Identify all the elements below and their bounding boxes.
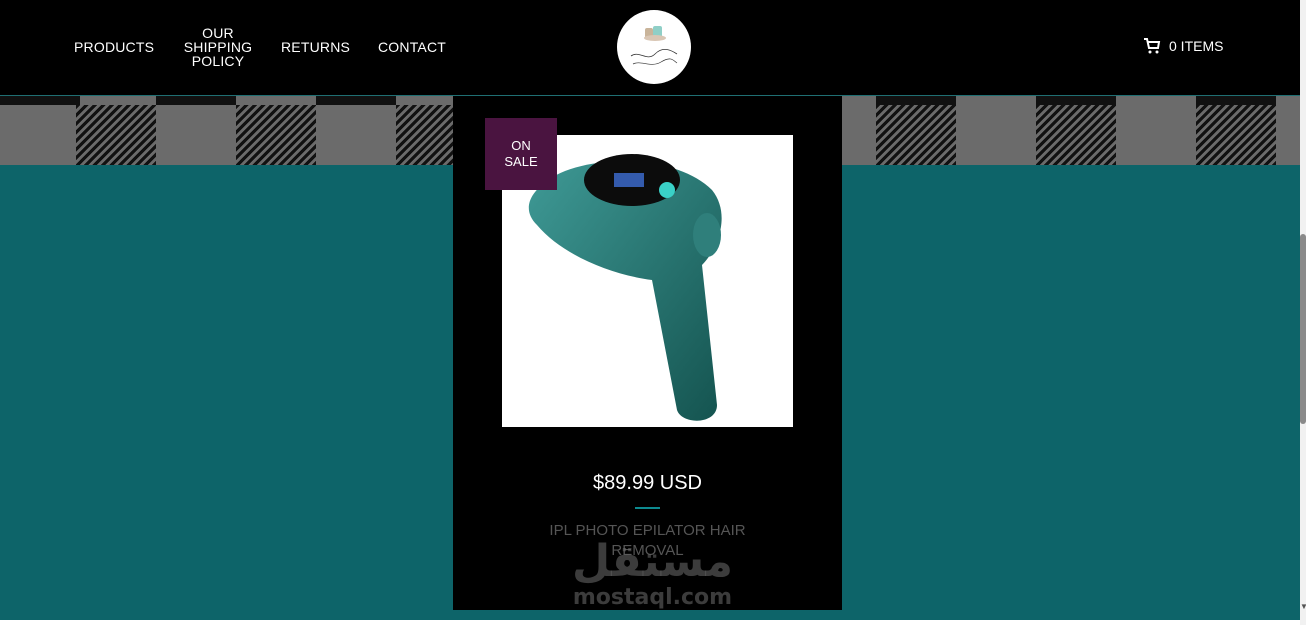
band-dark-segment	[876, 96, 956, 105]
logo-icon	[618, 11, 690, 83]
badge-line1: ON	[511, 138, 531, 153]
product-card[interactable]: ON SALE $89.99 USD IPL PHOTO EPILATOR HA…	[453, 96, 842, 610]
nav-shipping-line3: POLICY	[191, 53, 245, 69]
price-divider	[635, 507, 660, 509]
band-dark-segment	[156, 96, 236, 105]
nav-products[interactable]: PRODUCTS	[74, 40, 154, 54]
scroll-down-icon[interactable]: ▼	[1300, 603, 1306, 611]
nav-contact[interactable]: CONTACT	[378, 40, 446, 54]
band-stripe-block	[236, 105, 316, 165]
band-stripe-block	[76, 105, 156, 165]
scrollbar-thumb[interactable]	[1300, 234, 1306, 424]
cart-count: 0 ITEMS	[1169, 38, 1224, 54]
watermark-arabic: مستقل	[572, 536, 733, 587]
band-stripe-block	[1036, 105, 1116, 165]
badge-line2: SALE	[504, 154, 538, 169]
band-dark-segment	[316, 96, 396, 105]
site-header: PRODUCTS OUR SHIPPING POLICY RETURNS CON…	[0, 0, 1306, 96]
nav-returns[interactable]: RETURNS	[281, 40, 350, 54]
watermark: مستقل mostaql.com	[560, 538, 745, 613]
cart-icon	[1144, 38, 1161, 54]
nav-shipping-line1: OUR	[202, 25, 234, 41]
band-dark-segment	[0, 96, 80, 105]
page-bottom-edge	[0, 620, 1300, 625]
band-stripe-block	[876, 105, 956, 165]
watermark-latin: mostaql.com	[572, 585, 733, 610]
nav-shipping-line2: SHIPPING	[183, 39, 253, 55]
band-dark-segment	[1036, 96, 1116, 105]
nav-shipping-policy[interactable]: OUR SHIPPING POLICY	[182, 26, 254, 68]
band-stripe-block	[1196, 105, 1276, 165]
product-price: $89.99 USD	[593, 472, 702, 494]
cart-button[interactable]: 0 ITEMS	[1143, 38, 1223, 54]
band-dark-segment	[1196, 96, 1276, 105]
on-sale-badge: ON SALE	[485, 118, 557, 190]
brand-logo[interactable]	[617, 10, 691, 84]
